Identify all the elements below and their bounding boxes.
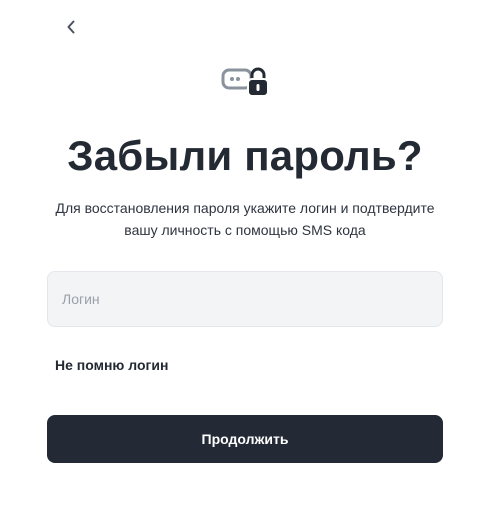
- logo: [221, 64, 271, 98]
- continue-button[interactable]: Продолжить: [47, 415, 443, 463]
- chevron-left-icon: [67, 20, 75, 34]
- chat-lock-icon: [221, 67, 269, 97]
- back-button[interactable]: [60, 16, 82, 38]
- page-title: Забыли пароль?: [67, 132, 423, 179]
- login-input[interactable]: [47, 271, 443, 327]
- forgot-login-link[interactable]: Не помню логин: [55, 356, 168, 374]
- page-subtitle: Для восстановления пароля укажите логин …: [55, 200, 435, 238]
